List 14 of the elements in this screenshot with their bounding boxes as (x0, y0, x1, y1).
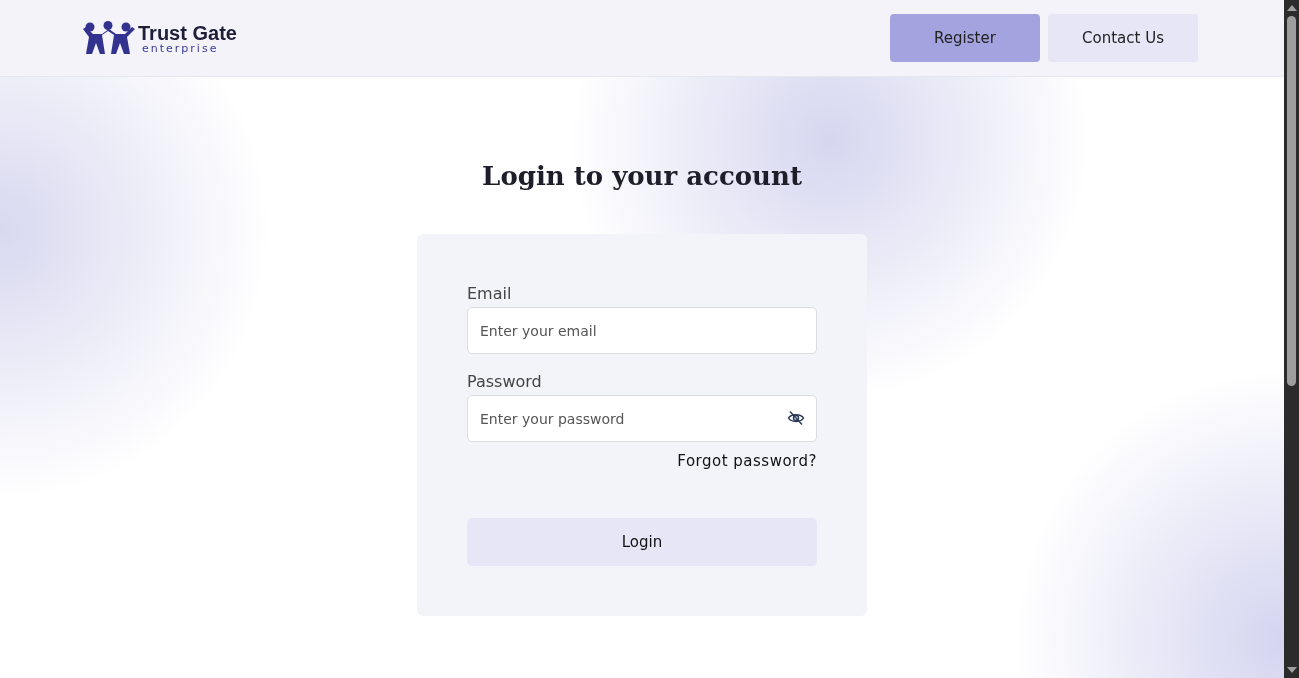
password-field[interactable]: Enter your password (467, 395, 817, 442)
field-label: Email (467, 284, 512, 303)
contact-button[interactable]: Contact Us (1048, 14, 1198, 62)
register-button[interactable]: Register (890, 14, 1040, 62)
field-label: Password (467, 372, 542, 391)
forgot-password-link[interactable]: Forgot password? (677, 452, 817, 470)
scrollbar[interactable] (1284, 0, 1299, 678)
logo-tagline: enterprise (142, 42, 220, 54)
logo-name: Trust Gate (138, 22, 237, 43)
page-title: Login to your account (482, 161, 802, 191)
people-logo-icon (82, 21, 136, 55)
email-field[interactable]: Enter your email (467, 307, 817, 354)
login-button[interactable]: Login (467, 518, 817, 566)
eye-slash-icon[interactable] (787, 410, 805, 426)
